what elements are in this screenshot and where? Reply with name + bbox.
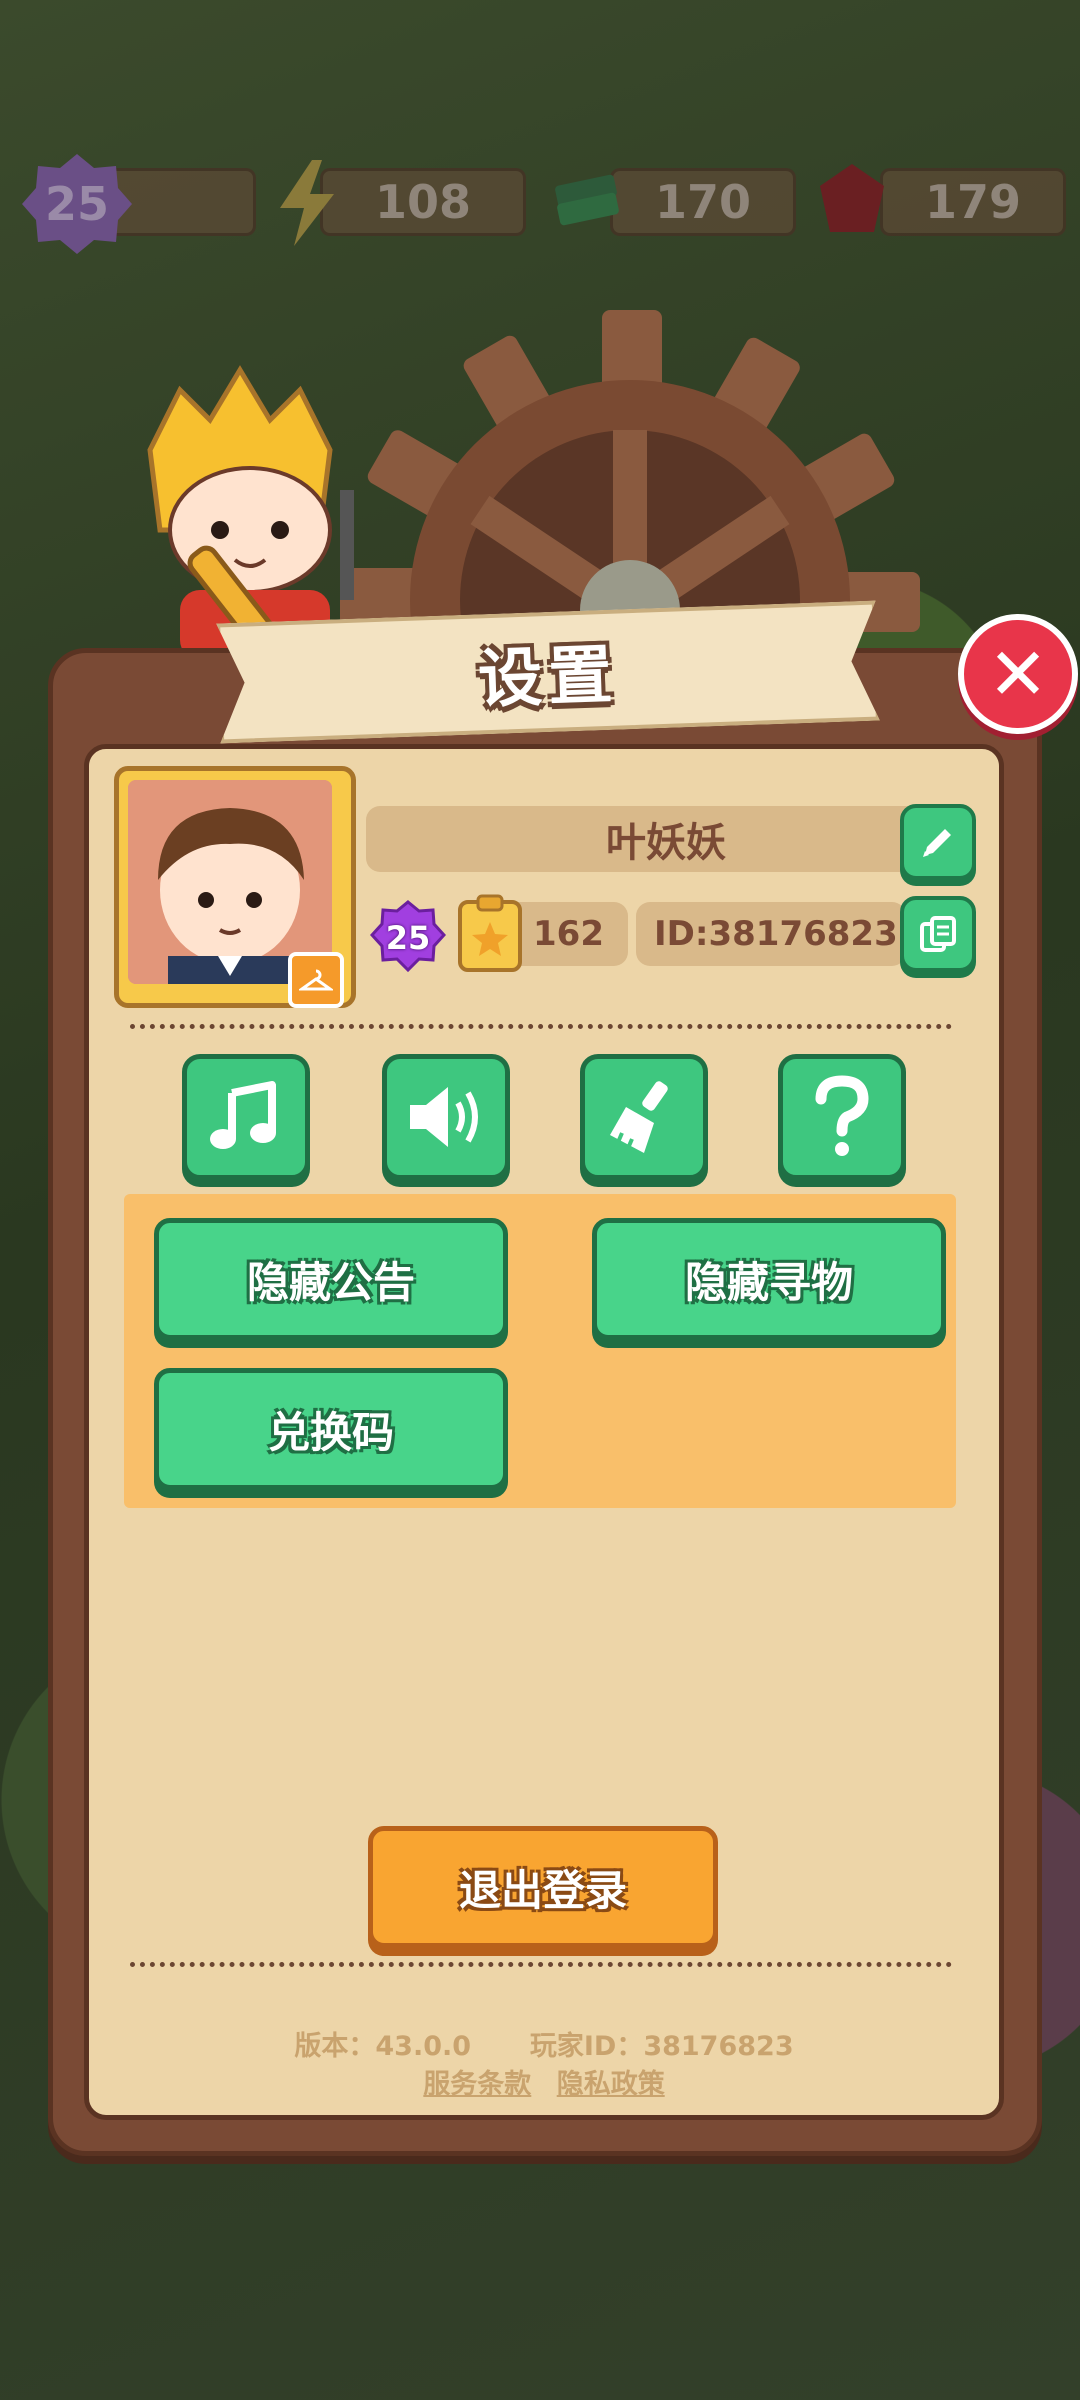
privacy-link[interactable]: 隐私政策 xyxy=(557,2069,665,2100)
help-button[interactable] xyxy=(778,1054,906,1180)
sound-toggle-button[interactable] xyxy=(382,1054,510,1180)
close-icon: ✕ xyxy=(987,632,1049,716)
divider xyxy=(130,1024,952,1029)
footer-player-id: 玩家ID：38176823 xyxy=(529,2031,794,2062)
broom-icon xyxy=(610,1081,668,1154)
player-name-text: 叶妖妖 xyxy=(606,820,726,866)
task-count-value: 162 xyxy=(533,914,604,954)
clipboard-star-icon xyxy=(456,894,524,974)
redeem-code-button[interactable]: 兑换码 xyxy=(154,1368,508,1490)
player-id-text: ID:38176823 xyxy=(654,914,898,954)
version-text: 版本：43.0.0 xyxy=(294,2031,472,2062)
title-banner: 设置 xyxy=(216,601,880,744)
hanger-icon[interactable] xyxy=(288,952,344,1008)
music-toggle-button[interactable] xyxy=(182,1054,310,1180)
speaker-icon xyxy=(410,1087,478,1147)
pencil-icon xyxy=(923,829,951,857)
copy-icon xyxy=(920,916,956,952)
clear-cache-button[interactable] xyxy=(580,1054,708,1180)
question-icon xyxy=(815,1075,869,1156)
footer-divider xyxy=(130,1962,952,1967)
player-name: 叶妖妖 xyxy=(366,806,966,872)
copy-id-button[interactable] xyxy=(900,896,976,972)
legal-links: 服务条款 隐私政策 xyxy=(84,2062,1004,2101)
level-badge: 25 xyxy=(370,900,446,976)
terms-link[interactable]: 服务条款 xyxy=(423,2069,531,2100)
version-info: 版本：43.0.0 玩家ID：38176823 xyxy=(84,2024,1004,2063)
dialog-title: 设置 xyxy=(476,638,620,718)
edit-name-button[interactable] xyxy=(900,804,976,880)
music-note-icon xyxy=(210,1081,276,1149)
close-button[interactable]: ✕ xyxy=(958,614,1078,734)
hide-announcement-button[interactable]: 隐藏公告 xyxy=(154,1218,508,1340)
logout-button[interactable]: 退出登录 xyxy=(368,1826,718,1948)
hide-search-button[interactable]: 隐藏寻物 xyxy=(592,1218,946,1340)
player-level-value: 25 xyxy=(385,919,431,957)
player-id: ID:38176823 xyxy=(636,902,906,966)
